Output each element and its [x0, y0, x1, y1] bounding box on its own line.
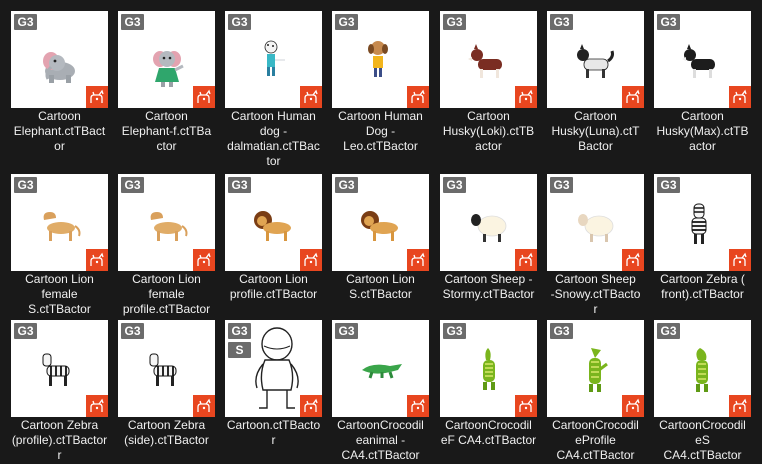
g3-badge: G3	[14, 323, 37, 339]
g3-badge: G3	[550, 323, 573, 339]
actor-thumbnail[interactable]: G3	[225, 11, 322, 108]
actor-filename: Cartoon Zebra (profile).ctTBactor r	[11, 418, 108, 462]
g3-badge: G3	[14, 14, 37, 30]
actor-thumbnail[interactable]: G3	[654, 174, 751, 271]
actor-thumbnail[interactable]: G3	[654, 320, 751, 417]
actor-type-icon	[193, 395, 215, 417]
actor-type-icon	[407, 249, 429, 271]
actor-filename: Cartoon Elephant-f.ctTBa ctor	[121, 109, 212, 153]
actor-type-icon	[86, 86, 108, 108]
actor-filename: CartoonCrocodil eanimal - CA4.ctTBactor	[337, 418, 424, 462]
actor-filename: Cartoon Husky(Loki).ctTB actor	[442, 109, 535, 153]
actor-filename: Cartoon Zebra ( front).ctTBactor	[660, 272, 745, 301]
actor-thumbnail[interactable]: G3	[11, 320, 108, 417]
actor-filename: Cartoon Human Dog - Leo.ctTBactor	[338, 109, 423, 153]
actor-thumbnail[interactable]: G3	[11, 174, 108, 271]
actor-type-icon	[86, 395, 108, 417]
actor-thumbnail[interactable]: G3	[118, 11, 215, 108]
actor-type-icon	[515, 86, 537, 108]
actor-filename: Cartoon Sheep -Snowy.ctTBacto r	[550, 272, 641, 316]
actor-thumbnail[interactable]: G3	[440, 11, 537, 108]
actor-thumbnail[interactable]: G3	[440, 174, 537, 271]
actor-thumbnail[interactable]: G3	[332, 320, 429, 417]
actor-thumbnail[interactable]: G3	[332, 11, 429, 108]
actor-filename: Cartoon Husky(Luna).ctT Bactor	[551, 109, 640, 153]
actor-filename: Cartoon.ctTBacto r	[226, 418, 321, 447]
actor-thumbnail[interactable]: G3	[547, 320, 644, 417]
g3-badge: G3	[657, 323, 680, 339]
g3-badge: G3	[121, 177, 144, 193]
actor-thumbnail[interactable]: G3	[547, 174, 644, 271]
g3-badge: G3	[550, 177, 573, 193]
actor-type-icon	[622, 249, 644, 271]
actor-type-icon	[300, 249, 322, 271]
g3-badge: G3	[121, 14, 144, 30]
g3-badge: G3	[228, 14, 251, 30]
actor-filename: Cartoon Lion S.ctTBactor	[346, 272, 415, 301]
actor-thumbnail[interactable]: G3 S	[225, 320, 322, 417]
content-browser-grid: G3 Cartoon Elephant.ctTBact or G3 Cartoo…	[0, 0, 762, 464]
actor-type-icon	[515, 249, 537, 271]
g3-badge: G3	[228, 177, 251, 193]
actor-type-icon	[515, 395, 537, 417]
actor-type-icon	[407, 86, 429, 108]
actor-filename: Cartoon Human dog - dalmatian.ctTBac tor	[227, 109, 320, 168]
actor-filename: Cartoon Sheep - Stormy.ctTBactor	[442, 272, 535, 301]
g3-badge: G3	[121, 323, 144, 339]
actor-filename: Cartoon Lion female S.ctTBactor	[25, 272, 94, 316]
actor-filename: Cartoon Zebra (side).ctTBactor	[124, 418, 209, 447]
actor-thumbnail[interactable]: G3	[547, 11, 644, 108]
g3-badge: G3	[335, 323, 358, 339]
actor-thumbnail[interactable]: G3	[440, 320, 537, 417]
g3-badge: G3	[657, 14, 680, 30]
actor-filename: CartoonCrocodil eF CA4.ctTBactor	[440, 418, 537, 447]
actor-filename: Cartoon Lion profile.ctTBactor	[229, 272, 318, 301]
actor-type-icon	[193, 249, 215, 271]
actor-type-icon	[407, 395, 429, 417]
actor-type-icon	[86, 249, 108, 271]
g3-badge: G3	[443, 323, 466, 339]
g3-badge: G3	[443, 177, 466, 193]
actor-thumbnail[interactable]: G3	[654, 11, 751, 108]
g3-badge: G3	[335, 177, 358, 193]
actor-type-icon	[622, 395, 644, 417]
actor-filename: CartoonCrocodil eS CA4.ctTBactor	[659, 418, 746, 462]
actor-filename: Cartoon Elephant.ctTBact or	[13, 109, 106, 153]
s-badge: S	[228, 342, 251, 358]
actor-type-icon	[300, 86, 322, 108]
g3-badge: G3	[228, 323, 251, 339]
actor-type-icon	[622, 86, 644, 108]
actor-thumbnail[interactable]: G3	[332, 174, 429, 271]
g3-badge: G3	[14, 177, 37, 193]
actor-type-icon	[729, 86, 751, 108]
actor-type-icon	[193, 86, 215, 108]
actor-type-icon	[729, 395, 751, 417]
actor-type-icon	[300, 395, 322, 417]
actor-type-icon	[729, 249, 751, 271]
actor-filename: CartoonCrocodil eProfile CA4.ctTBactor	[552, 418, 639, 462]
actor-filename: Cartoon Lion female profile.ctTBactor	[122, 272, 211, 316]
actor-thumbnail[interactable]: G3	[118, 320, 215, 417]
actor-filename: Cartoon Husky(Max).ctTB actor	[656, 109, 749, 153]
g3-badge: G3	[550, 14, 573, 30]
actor-thumbnail[interactable]: G3	[225, 174, 322, 271]
actor-thumbnail[interactable]: G3	[118, 174, 215, 271]
g3-badge: G3	[335, 14, 358, 30]
g3-badge: G3	[657, 177, 680, 193]
actor-thumbnail[interactable]: G3	[11, 11, 108, 108]
g3-badge: G3	[443, 14, 466, 30]
